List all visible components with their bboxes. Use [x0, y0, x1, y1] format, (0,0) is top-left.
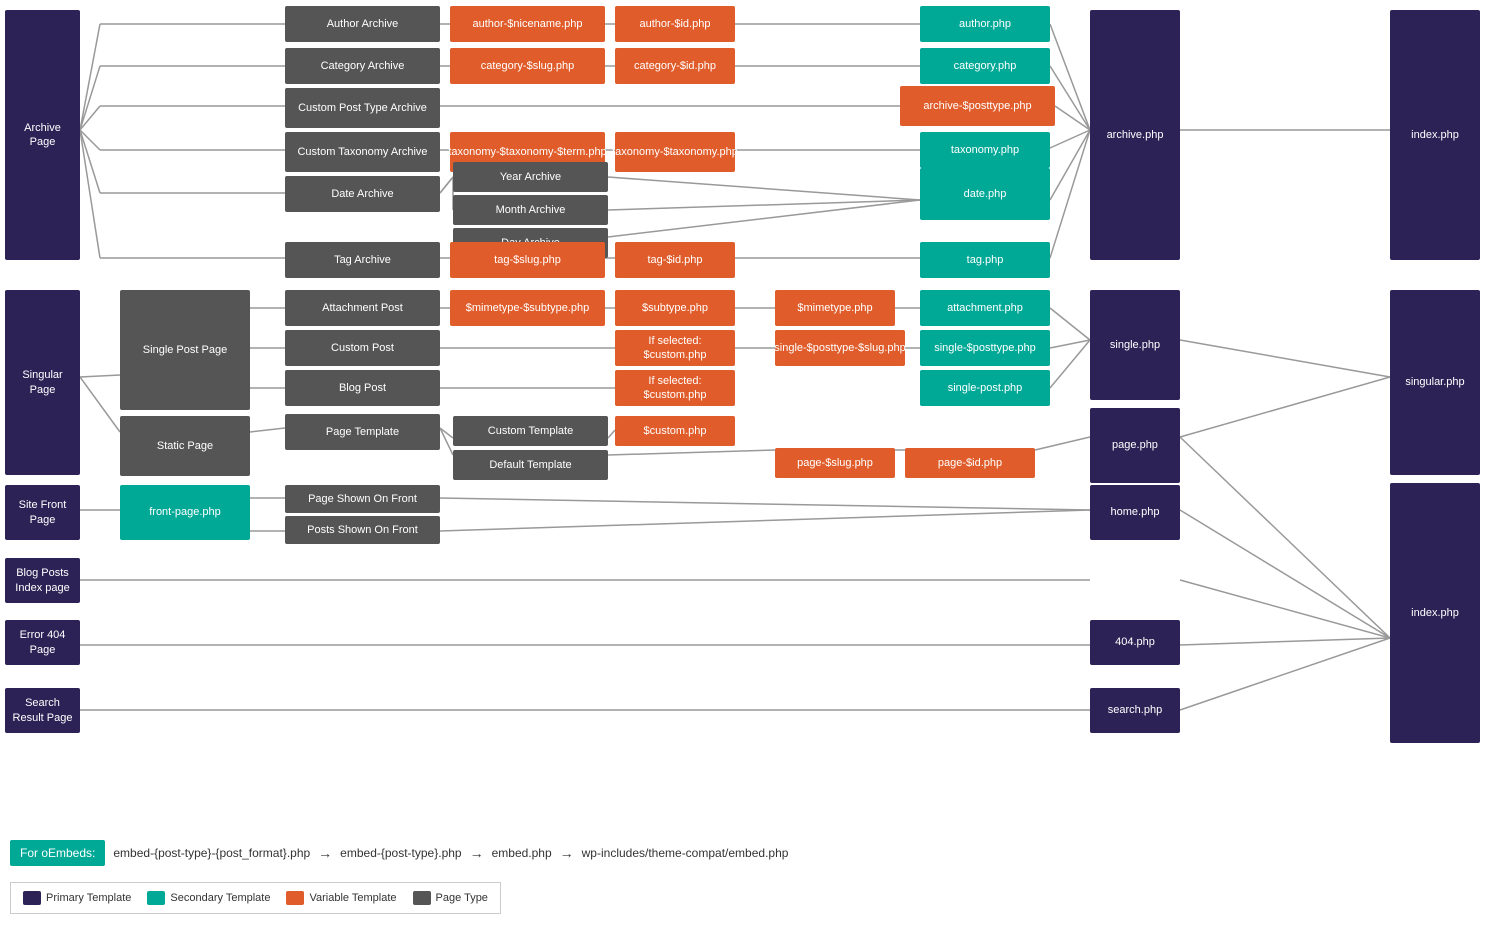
- legend-page-type: Page Type: [413, 891, 488, 905]
- embed-item-3: embed.php: [492, 846, 552, 860]
- category-id: category-$id.php: [615, 48, 735, 84]
- page-shown-on-front: Page Shown On Front: [285, 485, 440, 513]
- category-slug: category-$slug.php: [450, 48, 605, 84]
- singular-page-label: Singular Page: [5, 290, 80, 475]
- custom-template: Custom Template: [453, 416, 608, 446]
- custom-taxonomy-archive: Custom Taxonomy Archive: [285, 132, 440, 172]
- search-php: search.php: [1090, 688, 1180, 733]
- archive-php: archive.php: [1090, 10, 1180, 260]
- index-php-archive: index.php: [1390, 10, 1480, 260]
- date-archive: Date Archive: [285, 176, 440, 212]
- page-slug: page-$slug.php: [775, 448, 895, 478]
- tag-slug: tag-$slug.php: [450, 242, 605, 278]
- embed-bar: For oEmbeds: embed-{post-type}-{post_for…: [10, 840, 788, 866]
- embed-label: For oEmbeds:: [10, 840, 105, 866]
- custom-post: Custom Post: [285, 330, 440, 366]
- page-php: page.php: [1090, 408, 1180, 483]
- single-post-page: Single Post Page: [120, 290, 250, 410]
- legend-primary-label: Primary Template: [46, 892, 131, 904]
- legend-secondary-box: [147, 891, 165, 905]
- month-archive: Month Archive: [453, 195, 608, 225]
- single-post-php: single-post.php: [920, 370, 1050, 406]
- subtype-php: $subtype.php: [615, 290, 735, 326]
- blog-post: Blog Post: [285, 370, 440, 406]
- author-archive: Author Archive: [285, 6, 440, 42]
- legend-variable-label: Variable Template: [309, 892, 396, 904]
- author-nicename: author-$nicename.php: [450, 6, 605, 42]
- search-result-page-label: Search Result Page: [5, 688, 80, 733]
- category-php: category.php: [920, 48, 1050, 84]
- embed-arrow-2: →: [470, 845, 484, 861]
- attachment-post: Attachment Post: [285, 290, 440, 326]
- not-found-php: 404.php: [1090, 620, 1180, 665]
- home-php: home.php: [1090, 485, 1180, 540]
- site-front-page-label: Site Front Page: [5, 485, 80, 540]
- front-page-php: front-page.php: [120, 485, 250, 540]
- diagram-container: Archive Page Author Archive author-$nice…: [0, 0, 1500, 934]
- legend-page-type-box: [413, 891, 431, 905]
- mimetype-subtype: $mimetype-$subtype.php: [450, 290, 605, 326]
- legend-page-type-label: Page Type: [436, 892, 488, 904]
- category-archive: Category Archive: [285, 48, 440, 84]
- tag-id: tag-$id.php: [615, 242, 735, 278]
- custom-php: $custom.php: [615, 416, 735, 446]
- if-selected-custom-1: If selected: $custom.php: [615, 330, 735, 366]
- embed-item-2: embed-{post-type}.php: [340, 846, 461, 860]
- single-php: single.php: [1090, 290, 1180, 400]
- archive-page-label: Archive Page: [5, 10, 80, 260]
- index-php-all: index.php: [1390, 483, 1480, 743]
- custom-post-type-archive: Custom Post Type Archive: [285, 88, 440, 128]
- mimetype-php: $mimetype.php: [775, 290, 895, 326]
- year-archive: Year Archive: [453, 162, 608, 192]
- page-id: page-$id.php: [905, 448, 1035, 478]
- singular-php: singular.php: [1390, 290, 1480, 475]
- legend-primary-box: [23, 891, 41, 905]
- if-selected-custom-2: If selected: $custom.php: [615, 370, 735, 406]
- tag-archive: Tag Archive: [285, 242, 440, 278]
- blog-posts-index-page-label: Blog Posts Index page: [5, 558, 80, 603]
- legend-secondary-label: Secondary Template: [170, 892, 270, 904]
- static-page: Static Page: [120, 416, 250, 476]
- error-404-page-label: Error 404 Page: [5, 620, 80, 665]
- legend-variable: Variable Template: [286, 891, 396, 905]
- embed-item-4: wp-includes/theme-compat/embed.php: [582, 846, 789, 860]
- author-php: author.php: [920, 6, 1050, 42]
- legend-secondary: Secondary Template: [147, 891, 270, 905]
- default-template: Default Template: [453, 450, 608, 480]
- embed-arrow-1: →: [318, 845, 332, 861]
- embed-item-1: embed-{post-type}-{post_format}.php: [113, 846, 310, 860]
- author-id: author-$id.php: [615, 6, 735, 42]
- embed-arrow-3: →: [560, 845, 574, 861]
- legend-primary: Primary Template: [23, 891, 131, 905]
- taxonomy-php: taxonomy.php: [920, 132, 1050, 168]
- attachment-php: attachment.php: [920, 290, 1050, 326]
- single-posttype: single-$posttype.php: [920, 330, 1050, 366]
- archive-posttype: archive-$posttype.php: [900, 86, 1055, 126]
- taxonomy-taxonomy: taxonomy-$taxonomy.php: [615, 132, 735, 172]
- page-template: Page Template: [285, 414, 440, 450]
- legend-variable-box: [286, 891, 304, 905]
- date-php: date.php: [920, 168, 1050, 220]
- single-posttype-slug: single-$posttype-$slug.php: [775, 330, 905, 366]
- posts-shown-on-front: Posts Shown On Front: [285, 516, 440, 544]
- tag-php: tag.php: [920, 242, 1050, 278]
- legend: Primary Template Secondary Template Vari…: [10, 882, 501, 914]
